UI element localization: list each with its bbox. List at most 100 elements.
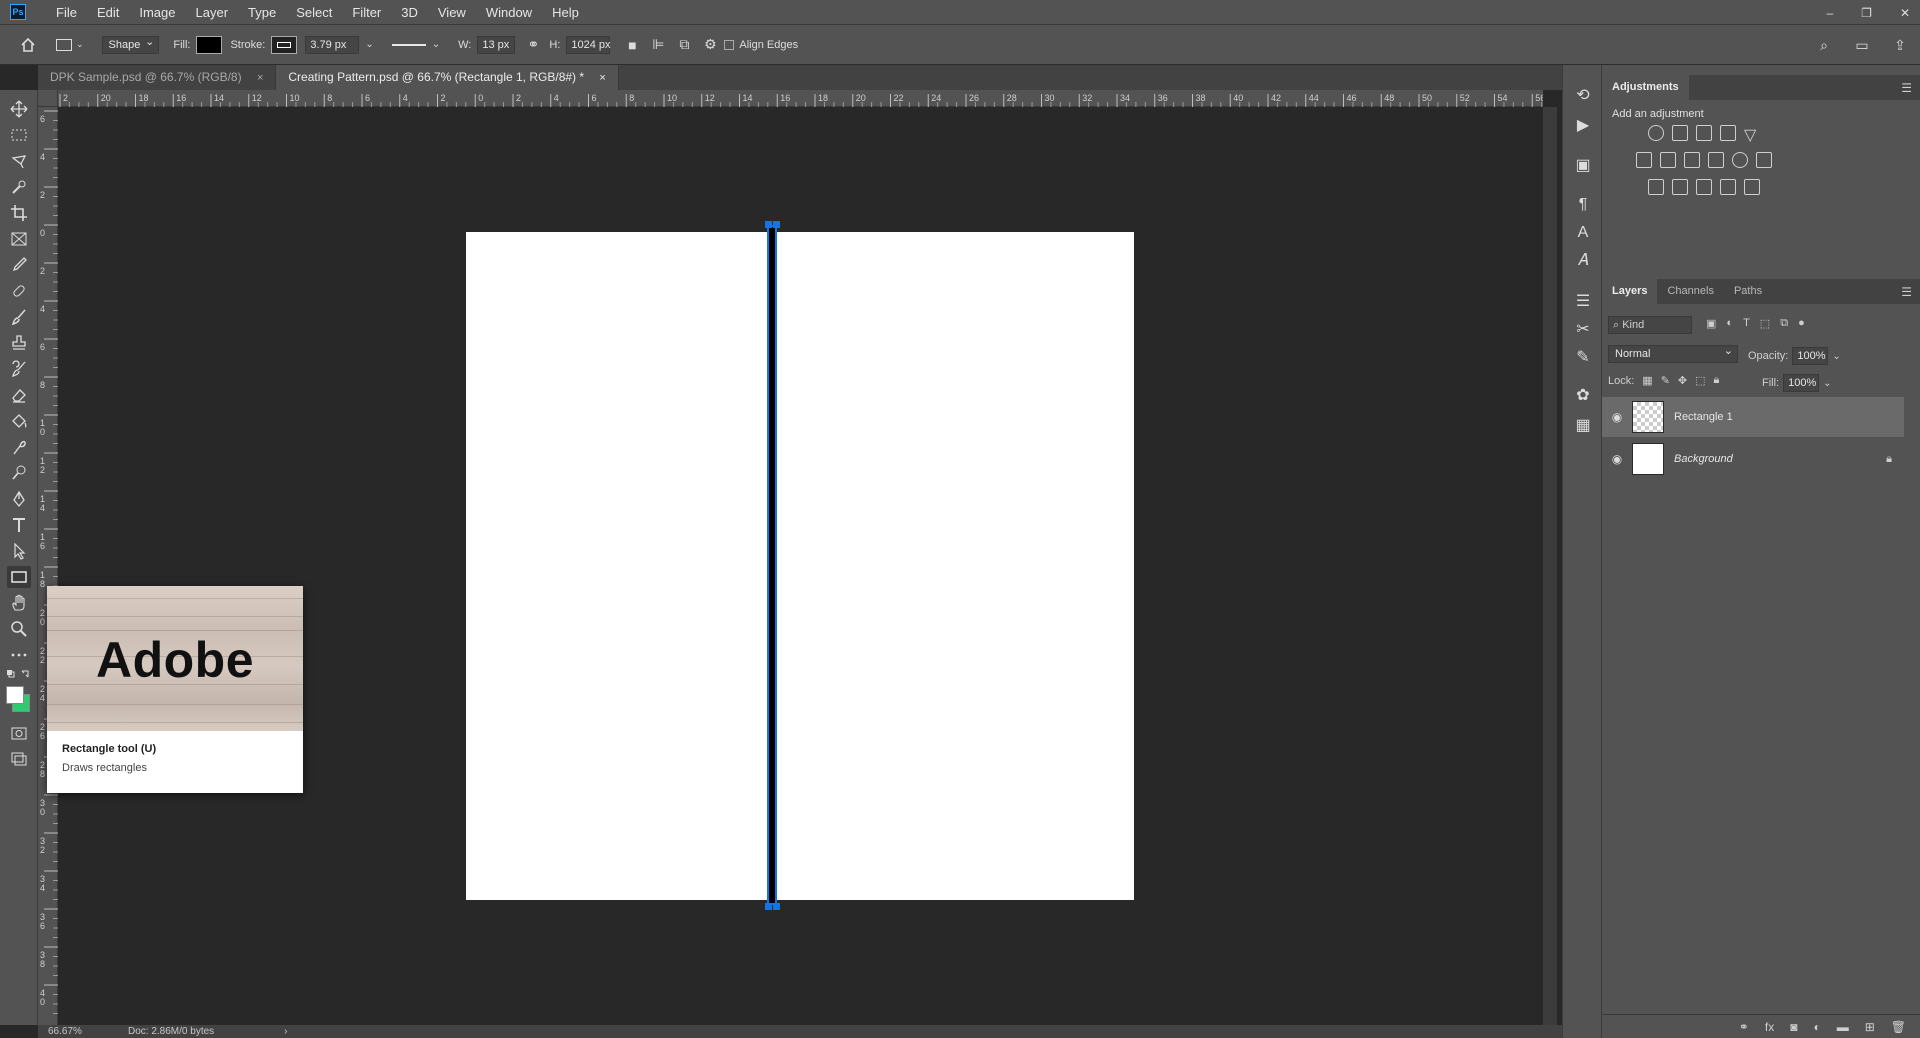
- transform-handle-top-right[interactable]: [773, 221, 780, 228]
- align-edges-checkbox[interactable]: [724, 39, 735, 50]
- tab-creating-pattern[interactable]: Creating Pattern.psd @ 66.7% (Rectangle …: [276, 65, 619, 90]
- menu-type[interactable]: Type: [238, 0, 286, 25]
- add-mask-icon[interactable]: ◙: [1790, 1020, 1797, 1034]
- adjustment-layer-icon[interactable]: ◐: [1813, 1020, 1820, 1034]
- filter-pixel-icon[interactable]: ▣: [1706, 317, 1716, 330]
- quick-selection-tool-icon[interactable]: [7, 176, 31, 198]
- menu-select[interactable]: Select: [286, 0, 342, 25]
- rectangle-tool-icon[interactable]: [7, 566, 31, 588]
- hand-tool-icon[interactable]: [7, 592, 31, 614]
- frame-tool-icon[interactable]: [7, 228, 31, 250]
- eye-icon[interactable]: ◉: [1602, 410, 1632, 424]
- zoom-tool-icon[interactable]: [7, 618, 31, 640]
- fill-swatch[interactable]: [196, 35, 223, 54]
- new-layer-icon[interactable]: ⊞: [1865, 1020, 1875, 1034]
- gradient-map-icon[interactable]: [1744, 179, 1760, 195]
- tool-preset-picker[interactable]: ⌄: [56, 38, 84, 51]
- menu-help[interactable]: Help: [542, 0, 589, 25]
- curves-icon[interactable]: [1696, 125, 1712, 141]
- link-layers-icon[interactable]: ⚭: [1739, 1020, 1749, 1034]
- dodge-tool-icon[interactable]: [7, 462, 31, 484]
- marquee-tool-icon[interactable]: [7, 124, 31, 146]
- chevron-down-icon[interactable]: ⌄: [365, 39, 373, 50]
- status-menu-arrow[interactable]: ›: [284, 1026, 287, 1037]
- workspace-icon[interactable]: ▭: [1852, 35, 1872, 55]
- fill-value[interactable]: 100%: [1783, 374, 1820, 392]
- healing-brush-tool-icon[interactable]: [7, 280, 31, 302]
- chevron-down-icon[interactable]: ⌄: [1823, 378, 1831, 389]
- document-canvas[interactable]: [466, 232, 1134, 900]
- type-tool-icon[interactable]: [7, 514, 31, 536]
- tab-channels[interactable]: Channels: [1657, 279, 1723, 304]
- vertical-scrollbar[interactable]: [1543, 107, 1557, 1025]
- tab-adjustments[interactable]: Adjustments: [1602, 75, 1689, 100]
- menu-edit[interactable]: Edit: [87, 0, 129, 25]
- path-arrangement-icon[interactable]: ⧉: [674, 35, 694, 55]
- new-group-icon[interactable]: ▬: [1837, 1020, 1849, 1034]
- history-panel-icon[interactable]: ⟲: [1573, 85, 1593, 105]
- share-icon[interactable]: ⇪: [1890, 35, 1910, 55]
- brushes-icon[interactable]: ✎: [1573, 347, 1593, 367]
- horizontal-ruler[interactable]: 2 20 18 16 14 12 10 8 6 4 2 0 2 4 6 8 10 12 14 16 18 20 22 24 26…: [58, 90, 1562, 107]
- grid-icon[interactable]: ▦: [1573, 415, 1593, 435]
- filter-shape-icon[interactable]: ⬚: [1760, 317, 1770, 330]
- close-icon[interactable]: ×: [599, 72, 605, 84]
- eye-icon[interactable]: ◉: [1602, 452, 1632, 466]
- history-brush-tool-icon[interactable]: [7, 358, 31, 380]
- glyphs-icon[interactable]: 𝐴: [1573, 251, 1593, 271]
- vertical-ruler[interactable]: 6420246810121416182022242628303234363840: [38, 107, 58, 1025]
- eyedropper-tool-icon[interactable]: [7, 254, 31, 276]
- paint-bucket-tool-icon[interactable]: [7, 410, 31, 432]
- swap-colors-icon[interactable]: [6, 668, 32, 682]
- menu-view[interactable]: View: [428, 0, 476, 25]
- menu-image[interactable]: Image: [129, 0, 185, 25]
- filter-type-icon[interactable]: T: [1743, 317, 1750, 330]
- link-icon[interactable]: ⚭: [523, 35, 543, 55]
- menu-window[interactable]: Window: [476, 0, 542, 25]
- lock-icon[interactable]: 🔒︎: [1886, 453, 1892, 466]
- layer-filter-kind[interactable]: ⌕ Kind: [1608, 316, 1692, 334]
- close-icon[interactable]: ×: [257, 72, 263, 84]
- hue-saturation-icon[interactable]: [1636, 152, 1652, 168]
- photo-filter-icon[interactable]: [1708, 152, 1724, 168]
- menu-file[interactable]: File: [46, 0, 87, 25]
- align-edges-option[interactable]: Align Edges: [724, 39, 798, 51]
- tab-dpk-sample[interactable]: DPK Sample.psd @ 66.7% (RGB/8) ×: [38, 65, 277, 90]
- lock-artboard-icon[interactable]: ⬚: [1695, 374, 1705, 387]
- color-lookup-icon[interactable]: [1756, 152, 1772, 168]
- transform-handle-bottom-right[interactable]: [773, 903, 780, 910]
- chevron-down-icon[interactable]: ⌄: [1832, 351, 1840, 362]
- width-value[interactable]: 13 px: [477, 35, 516, 54]
- lock-image-icon[interactable]: ✎: [1661, 374, 1670, 387]
- home-icon[interactable]: [18, 35, 38, 55]
- zoom-level[interactable]: 66.67%: [48, 1026, 108, 1037]
- photoshop-logo[interactable]: Ps: [10, 4, 26, 20]
- menu-filter[interactable]: Filter: [342, 0, 391, 25]
- black-white-icon[interactable]: [1684, 152, 1700, 168]
- menu-layer[interactable]: Layer: [186, 0, 239, 25]
- threshold-icon[interactable]: [1696, 179, 1712, 195]
- vibrance-icon[interactable]: ▽: [1744, 125, 1760, 144]
- lock-transparent-icon[interactable]: ▦: [1642, 374, 1652, 387]
- height-value[interactable]: 1024 px: [566, 35, 611, 54]
- path-operations-icon[interactable]: ■: [622, 35, 642, 55]
- transform-handle-bottom[interactable]: [765, 903, 772, 910]
- foreground-color-swatch[interactable]: [6, 686, 24, 704]
- color-balance-icon[interactable]: [1660, 152, 1676, 168]
- quick-mask-icon[interactable]: [7, 722, 31, 744]
- more-tools-icon[interactable]: [7, 644, 31, 666]
- properties-icon[interactable]: ☰: [1573, 291, 1593, 311]
- stroke-type-select[interactable]: ⌄: [391, 39, 440, 50]
- panel-menu-icon[interactable]: ☰: [1901, 81, 1912, 95]
- channel-mixer-icon[interactable]: [1732, 152, 1748, 168]
- restore-icon[interactable]: ❐: [1861, 6, 1872, 20]
- selective-color-icon[interactable]: [1720, 179, 1736, 195]
- filter-smart-object-icon[interactable]: ⧉: [1780, 317, 1788, 330]
- screen-mode-icon[interactable]: [7, 748, 31, 770]
- minimize-icon[interactable]: –: [1826, 6, 1833, 20]
- character-icon[interactable]: A: [1573, 223, 1593, 243]
- move-tool-icon[interactable]: [7, 98, 31, 120]
- invert-icon[interactable]: [1648, 179, 1664, 195]
- opacity-value[interactable]: 100%: [1792, 347, 1829, 365]
- search-icon[interactable]: ⌕: [1814, 35, 1834, 55]
